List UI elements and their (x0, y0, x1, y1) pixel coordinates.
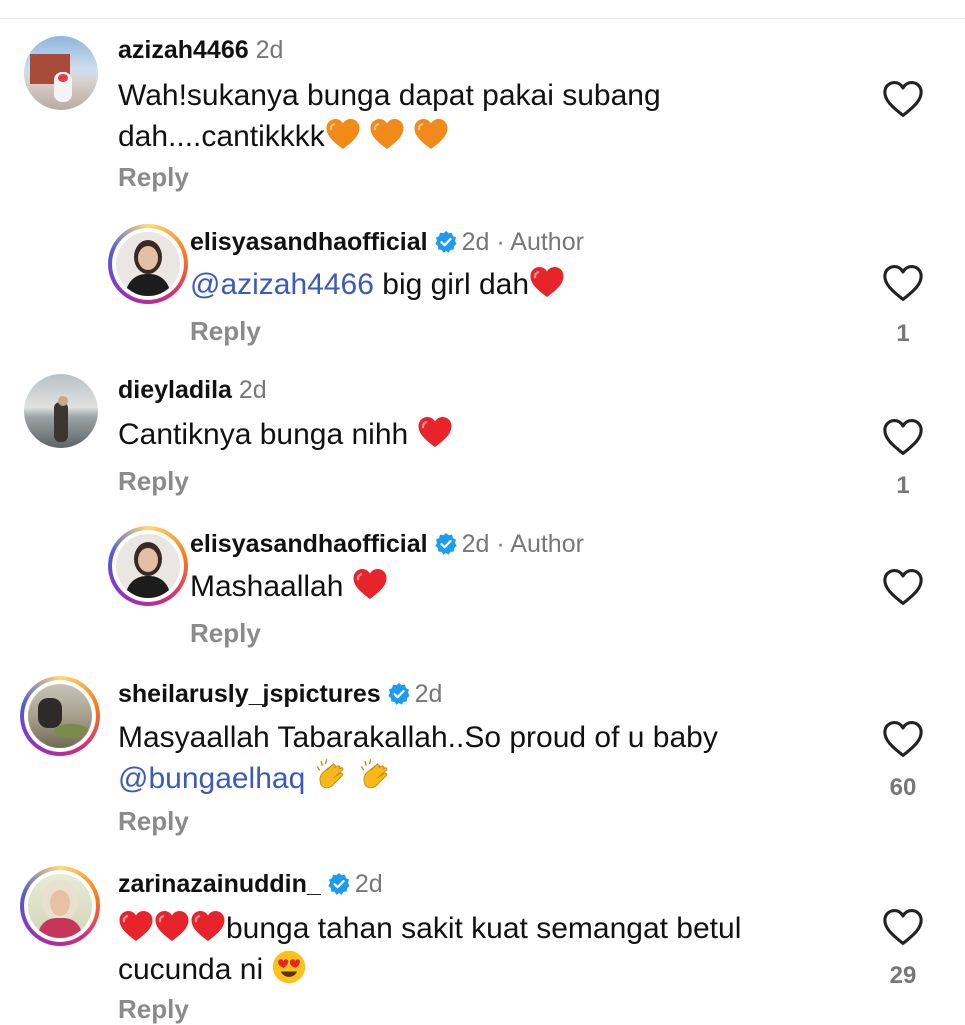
verified-badge-icon (387, 682, 411, 706)
story-ring[interactable] (108, 224, 188, 304)
like-count: 1 (896, 320, 910, 347)
comment-username[interactable]: azizah4466 2d (118, 36, 283, 65)
avatar (28, 684, 92, 748)
verified-badge-icon (434, 230, 458, 254)
like-count: 1 (896, 472, 910, 499)
reply-button[interactable]: Reply (190, 618, 261, 649)
author-label: Author (510, 228, 584, 256)
comment-time: 2d (354, 870, 383, 898)
comment-text: Masyaallah Tabarakallah..So proud of u b… (118, 721, 718, 795)
heart-eyes-emoji-icon (271, 949, 307, 985)
red-heart-icon (352, 566, 388, 602)
orange-heart-icon (369, 116, 405, 152)
comment-time: 2d (238, 376, 267, 404)
avatar (116, 232, 180, 296)
verified-badge-icon (434, 532, 458, 556)
comment-username[interactable]: zarinazainuddin_ 2d (118, 870, 383, 899)
author-label: Author (510, 530, 584, 558)
avatar[interactable] (24, 36, 98, 110)
like-count: 29 (889, 962, 917, 989)
mention-link[interactable]: @bungaelhaq (118, 762, 305, 795)
comment-username[interactable]: dieyladila 2d (118, 376, 267, 405)
orange-heart-icon (413, 116, 449, 152)
heart-outline-icon[interactable] (882, 908, 924, 946)
heart-outline-icon[interactable] (882, 418, 924, 456)
story-ring[interactable] (108, 526, 188, 606)
heart-outline-icon[interactable] (882, 568, 924, 606)
reply-button[interactable]: Reply (118, 466, 189, 497)
avatar[interactable] (24, 374, 98, 448)
clapping-hands-icon (358, 758, 394, 794)
comment-text: Wah!sukanya bunga dapat pakai subang dah… (118, 79, 661, 153)
comment-time: 2d (461, 228, 490, 256)
reply-button[interactable]: Reply (118, 162, 189, 193)
reply-button[interactable]: Reply (118, 806, 189, 837)
comment-username[interactable]: sheilarusly_jspictures 2d (118, 680, 442, 709)
like-count: 60 (889, 774, 917, 801)
comment-text: bunga tahan sakit kuat semangat betul cu… (118, 908, 741, 990)
red-heart-icon (190, 908, 226, 944)
comment-time: 2d (461, 530, 490, 558)
avatar (116, 534, 180, 598)
story-ring[interactable] (20, 866, 100, 946)
red-heart-icon (529, 264, 565, 300)
reply-button[interactable]: Reply (118, 994, 189, 1025)
heart-outline-icon[interactable] (882, 80, 924, 118)
top-divider (0, 18, 965, 19)
clapping-hands-icon (314, 758, 350, 794)
comment-text: @azizah4466 big girl dah (190, 264, 565, 305)
comment-time: 2d (414, 680, 443, 708)
verified-badge-icon (327, 872, 351, 896)
red-heart-icon (417, 414, 453, 450)
story-ring[interactable] (20, 676, 100, 756)
comment-text: Cantiknya bunga nihh (118, 414, 453, 455)
comment-text: Mashaallah (190, 566, 388, 607)
comment-time: 2d (255, 36, 284, 64)
heart-outline-icon[interactable] (882, 264, 924, 302)
heart-outline-icon[interactable] (882, 720, 924, 758)
orange-heart-icon (325, 116, 361, 152)
comment-username[interactable]: elisyasandhaofficial 2d · Author (190, 228, 584, 257)
mention-link[interactable]: @azizah4466 (190, 268, 374, 301)
red-heart-icon (118, 908, 154, 944)
avatar (28, 874, 92, 938)
red-heart-icon (154, 908, 190, 944)
comment-username[interactable]: elisyasandhaofficial 2d · Author (190, 530, 584, 559)
reply-button[interactable]: Reply (190, 316, 261, 347)
